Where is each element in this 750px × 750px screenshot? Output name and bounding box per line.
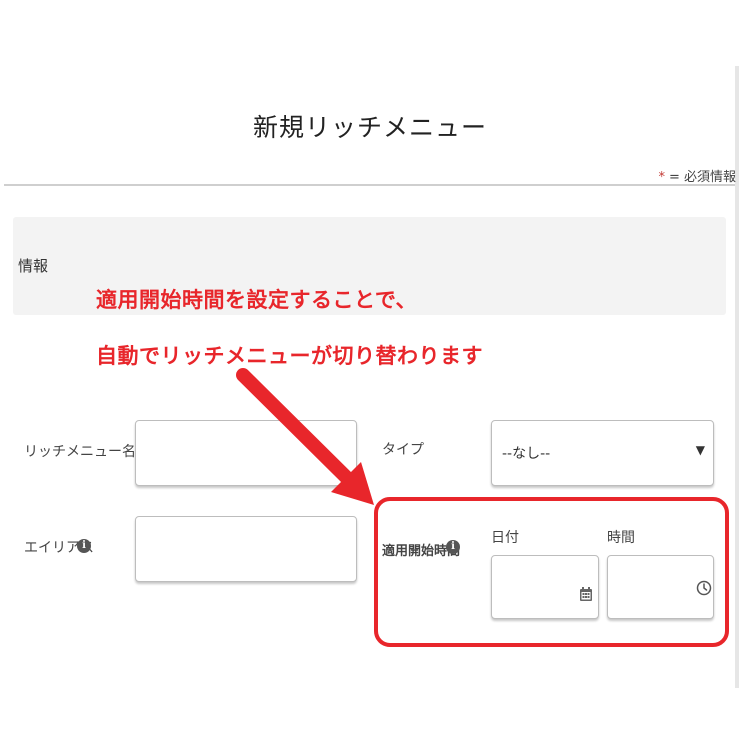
annotation-arrow — [236, 368, 374, 505]
arrow-shaft — [236, 368, 353, 484]
